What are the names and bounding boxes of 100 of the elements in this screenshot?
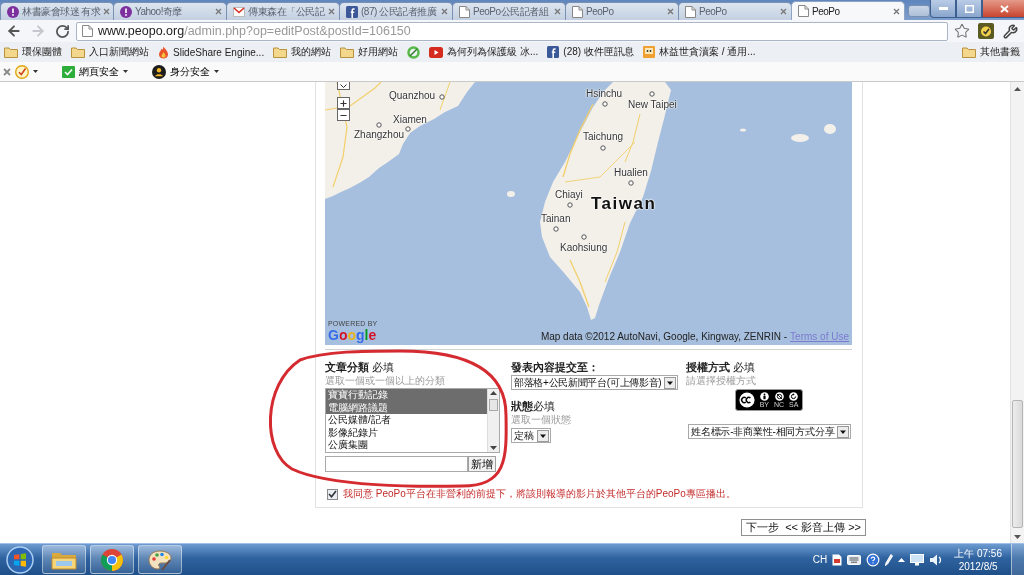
scroll-thumb[interactable] [1012, 400, 1023, 528]
submit-target-select[interactable]: 部落格+公民新聞平台(可上傳影音) [511, 375, 679, 390]
close-icon [215, 8, 222, 15]
addon-menu-button[interactable] [15, 64, 38, 79]
city-marker-icon [439, 94, 445, 100]
add-category-button[interactable]: 新增 [468, 456, 496, 472]
speaker-icon [929, 553, 944, 566]
show-desktop-button[interactable] [1011, 544, 1024, 575]
category-option[interactable]: 公廣集團 [326, 439, 487, 452]
agreement-checkbox[interactable] [327, 488, 338, 500]
agreement-text: 我同意 PeoPo平台在非營利的前提下，將該則報導的影片於其他平台的PeoPo專區播出。 [343, 488, 736, 500]
bookmark-item[interactable]: (28) 收件匣訊息 [547, 45, 634, 59]
language-button[interactable]: CH [812, 554, 828, 565]
bookmark-item[interactable]: 林益世貪瀆案 / 通用... [642, 45, 756, 59]
page-scrollbar[interactable] [1010, 82, 1024, 543]
url-text: www.peopo.org/admin.php?op=editPost&postId=106150 [98, 24, 411, 38]
city-marker-icon [602, 101, 608, 107]
addon-menu-button[interactable]: 網頁安全 [62, 64, 128, 79]
document-icon [832, 553, 843, 566]
scroll-down-icon [1014, 534, 1021, 539]
address-field[interactable]: www.peopo.org/admin.php?op=editPost&postId=106150 [76, 21, 948, 41]
browser-tab[interactable]: PeoPo [565, 2, 679, 20]
tray-button[interactable] [885, 551, 894, 568]
check-icon [328, 490, 337, 498]
bookmark-folder[interactable]: 其他書籤 [962, 45, 1020, 59]
flame-icon [158, 45, 169, 59]
city-label: Zhangzhou [354, 129, 405, 141]
city-label: Hsinchu [586, 88, 623, 100]
category-listbox[interactable]: 寶寶行動記錄 電腦網路議題 公民媒體/記者 影像紀錄片 公廣集團 [325, 388, 500, 453]
bookmark-star-button[interactable] [952, 21, 972, 41]
city-label: New Taipei [628, 99, 677, 111]
bookmark-item[interactable]: 為何列為保護級 冰... [429, 45, 539, 59]
bookmark-item[interactable]: SlideShare Engine... [158, 45, 265, 59]
taskbar-app-button[interactable] [138, 545, 182, 574]
city-marker-icon [553, 226, 559, 232]
browser-tab[interactable]: 林書豪會球迷 有求 [0, 2, 114, 20]
new-category-input[interactable] [325, 456, 468, 472]
listbox-scrollbar[interactable] [487, 389, 499, 452]
taskbar-app-button[interactable] [42, 545, 86, 574]
minimize-icon [938, 7, 948, 10]
close-icon [3, 67, 11, 76]
bookmark-item[interactable]: 我的網站 [273, 45, 332, 59]
scroll-up-icon [1014, 86, 1021, 91]
folder-icon [4, 46, 18, 58]
tray-button[interactable] [866, 551, 881, 568]
city-label: Kaohsiung [560, 242, 608, 254]
scroll-thumb[interactable] [489, 399, 498, 411]
browser-tab[interactable]: PeoPo [791, 1, 905, 20]
city-marker-icon [600, 145, 606, 151]
status-select[interactable]: 定稿 [511, 428, 551, 443]
scroll-down-icon [490, 446, 497, 450]
close-addon-button[interactable] [3, 67, 11, 76]
category-option[interactable]: 公民媒體/記者 [326, 414, 487, 427]
tray-button[interactable] [910, 551, 925, 568]
bookmark-item[interactable]: 入口新聞網站 [71, 45, 149, 59]
map-attribution: Map data ©2012 AutoNavi, Google, Kingway, ZENRIN - Terms of Use [540, 331, 849, 343]
person-badge-icon [152, 64, 166, 79]
minimize-button[interactable] [930, 0, 956, 18]
zoom-in-button[interactable] [337, 97, 350, 109]
next-step-button[interactable]: 下一步 << 影音上傳 >> [741, 519, 866, 536]
browser-tab[interactable]: PeoPo公民記者組 [452, 2, 566, 20]
tile-icon [642, 46, 655, 58]
islet-shape [740, 128, 746, 132]
close-icon [667, 8, 674, 15]
caret-icon [898, 557, 906, 562]
field-hint: 選取一個或一個以上的分類 [325, 374, 445, 387]
browser-tab[interactable]: (87) 公民記者推廣 [339, 2, 453, 20]
browser-tab[interactable]: Yahoo!奇摩 [113, 2, 227, 20]
extension-button[interactable] [976, 21, 996, 41]
round-logo-icon [100, 547, 124, 572]
pan-button[interactable] [337, 82, 350, 90]
close-icon [554, 8, 561, 15]
city-label: Hualien [614, 167, 648, 179]
license-select[interactable]: 姓名標示-非商業性-相同方式分享 [688, 424, 852, 439]
chevron-down-icon [340, 83, 347, 88]
close-button[interactable] [982, 0, 1024, 18]
page-icon [82, 25, 93, 37]
plus-icon [339, 98, 348, 108]
round-badge-icon [120, 5, 132, 18]
close-icon [893, 7, 900, 15]
bookmark-item[interactable]: 好用網站 [340, 45, 399, 59]
browser-tab[interactable]: 傳東森在「公民記 [226, 2, 340, 20]
caret-icon [33, 70, 38, 73]
folder-icon [962, 46, 976, 58]
city-label: Quanzhou [389, 90, 436, 102]
addon-menu-button[interactable]: 身分安全 [152, 64, 219, 79]
browser-tab[interactable]: PeoPo [678, 2, 792, 20]
maximize-button[interactable] [956, 0, 982, 18]
zoom-out-button[interactable] [337, 109, 350, 121]
bookmark-item[interactable] [407, 45, 421, 59]
category-option[interactable]: 寶寶行動記錄 [326, 389, 487, 402]
field-title: 文章分類 必填 [325, 360, 395, 374]
play-icon [429, 46, 444, 58]
page-icon [459, 5, 470, 18]
city-marker-icon [581, 234, 587, 240]
taskbar-app-button[interactable] [90, 545, 134, 574]
field-hint: 選取一個狀態 [511, 413, 571, 426]
category-option[interactable]: 影像紀錄片 [326, 426, 487, 440]
bookmark-item[interactable]: 環保團體 [4, 45, 62, 59]
region-label: Taiwan [591, 194, 657, 214]
